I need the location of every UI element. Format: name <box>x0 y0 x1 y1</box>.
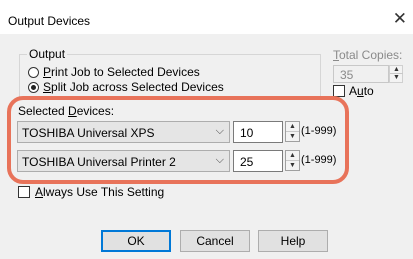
hotkey-a: A <box>35 185 44 199</box>
device-count-1-value: 10 <box>240 126 254 140</box>
device-count-2-range: (1-999) <box>301 154 337 166</box>
device-select-2-value: TOSHIBA Universal Printer 2 <box>22 155 176 169</box>
device-select-2[interactable]: TOSHIBA Universal Printer 2 ⌵ <box>17 150 230 172</box>
device-count-2-input[interactable]: 25 <box>233 150 283 172</box>
spin-up-icon[interactable]: ▲ <box>286 151 299 161</box>
total-copies-spinner[interactable]: ▲ ▼ <box>389 65 403 83</box>
split-job-label-text: plit Job across Selected Devices <box>51 80 224 94</box>
print-to-selected-radio[interactable] <box>28 67 39 78</box>
cancel-button[interactable]: Cancel <box>180 230 250 252</box>
auto-checkbox[interactable] <box>333 85 345 97</box>
hotkey-s: S <box>43 80 52 94</box>
total-copies-value: 35 <box>340 68 354 82</box>
print-to-selected-label-text: rint Job to Selected Devices <box>51 65 200 79</box>
spin-up-icon[interactable]: ▲ <box>390 66 403 74</box>
selected-devices-label: Selected Devices: <box>18 104 114 118</box>
device-count-1-spinner[interactable]: ▲ ▼ <box>285 121 300 142</box>
close-icon[interactable]: ✕ <box>393 10 407 27</box>
ok-button[interactable]: OK <box>101 230 171 252</box>
auto-label-pre: A <box>349 84 358 98</box>
hotkey-p: P <box>43 65 52 79</box>
selected-devices-label-post: evices: <box>76 104 115 118</box>
spin-down-icon[interactable]: ▼ <box>286 161 299 171</box>
selected-devices-label-pre: Selected <box>18 104 69 118</box>
print-to-selected-label[interactable]: Print Job to Selected Devices <box>43 65 200 79</box>
split-job-label[interactable]: Split Job across Selected Devices <box>43 80 224 94</box>
hotkey-d: D <box>68 104 77 118</box>
total-copies-label-text: otal Copies: <box>339 48 403 62</box>
always-use-checkbox[interactable] <box>18 186 30 198</box>
spin-down-icon[interactable]: ▼ <box>286 132 299 142</box>
device-count-1-input[interactable]: 10 <box>233 121 283 143</box>
radio-selected-dot <box>31 85 36 90</box>
help-button[interactable]: Help <box>258 230 328 252</box>
device-count-2-value: 25 <box>240 155 254 169</box>
dialog-body: Output Print Job to Selected Devices Spl… <box>0 34 413 259</box>
auto-label[interactable]: Auto <box>349 84 374 98</box>
total-copies-label: Total Copies: <box>333 48 402 62</box>
total-copies-input[interactable]: 35 <box>333 65 389 83</box>
hotkey-u: u <box>357 84 364 98</box>
chevron-down-icon: ⌵ <box>215 125 224 137</box>
spin-up-icon[interactable]: ▲ <box>286 122 299 132</box>
always-use-label-text: lways Use This Setting <box>43 185 165 199</box>
auto-label-post: to <box>363 84 374 98</box>
spin-down-icon[interactable]: ▼ <box>390 74 403 82</box>
window-title: Output Devices <box>8 14 91 28</box>
output-group-label: Output <box>27 47 68 61</box>
always-use-label[interactable]: Always Use This Setting <box>35 185 164 199</box>
title-bar: Output Devices ✕ <box>0 0 413 34</box>
split-job-radio[interactable] <box>28 82 39 93</box>
device-count-2-spinner[interactable]: ▲ ▼ <box>285 150 300 171</box>
device-select-1[interactable]: TOSHIBA Universal XPS ⌵ <box>17 121 230 143</box>
device-select-1-value: TOSHIBA Universal XPS <box>22 126 155 140</box>
device-count-1-range: (1-999) <box>301 125 337 137</box>
chevron-down-icon: ⌵ <box>215 154 224 166</box>
